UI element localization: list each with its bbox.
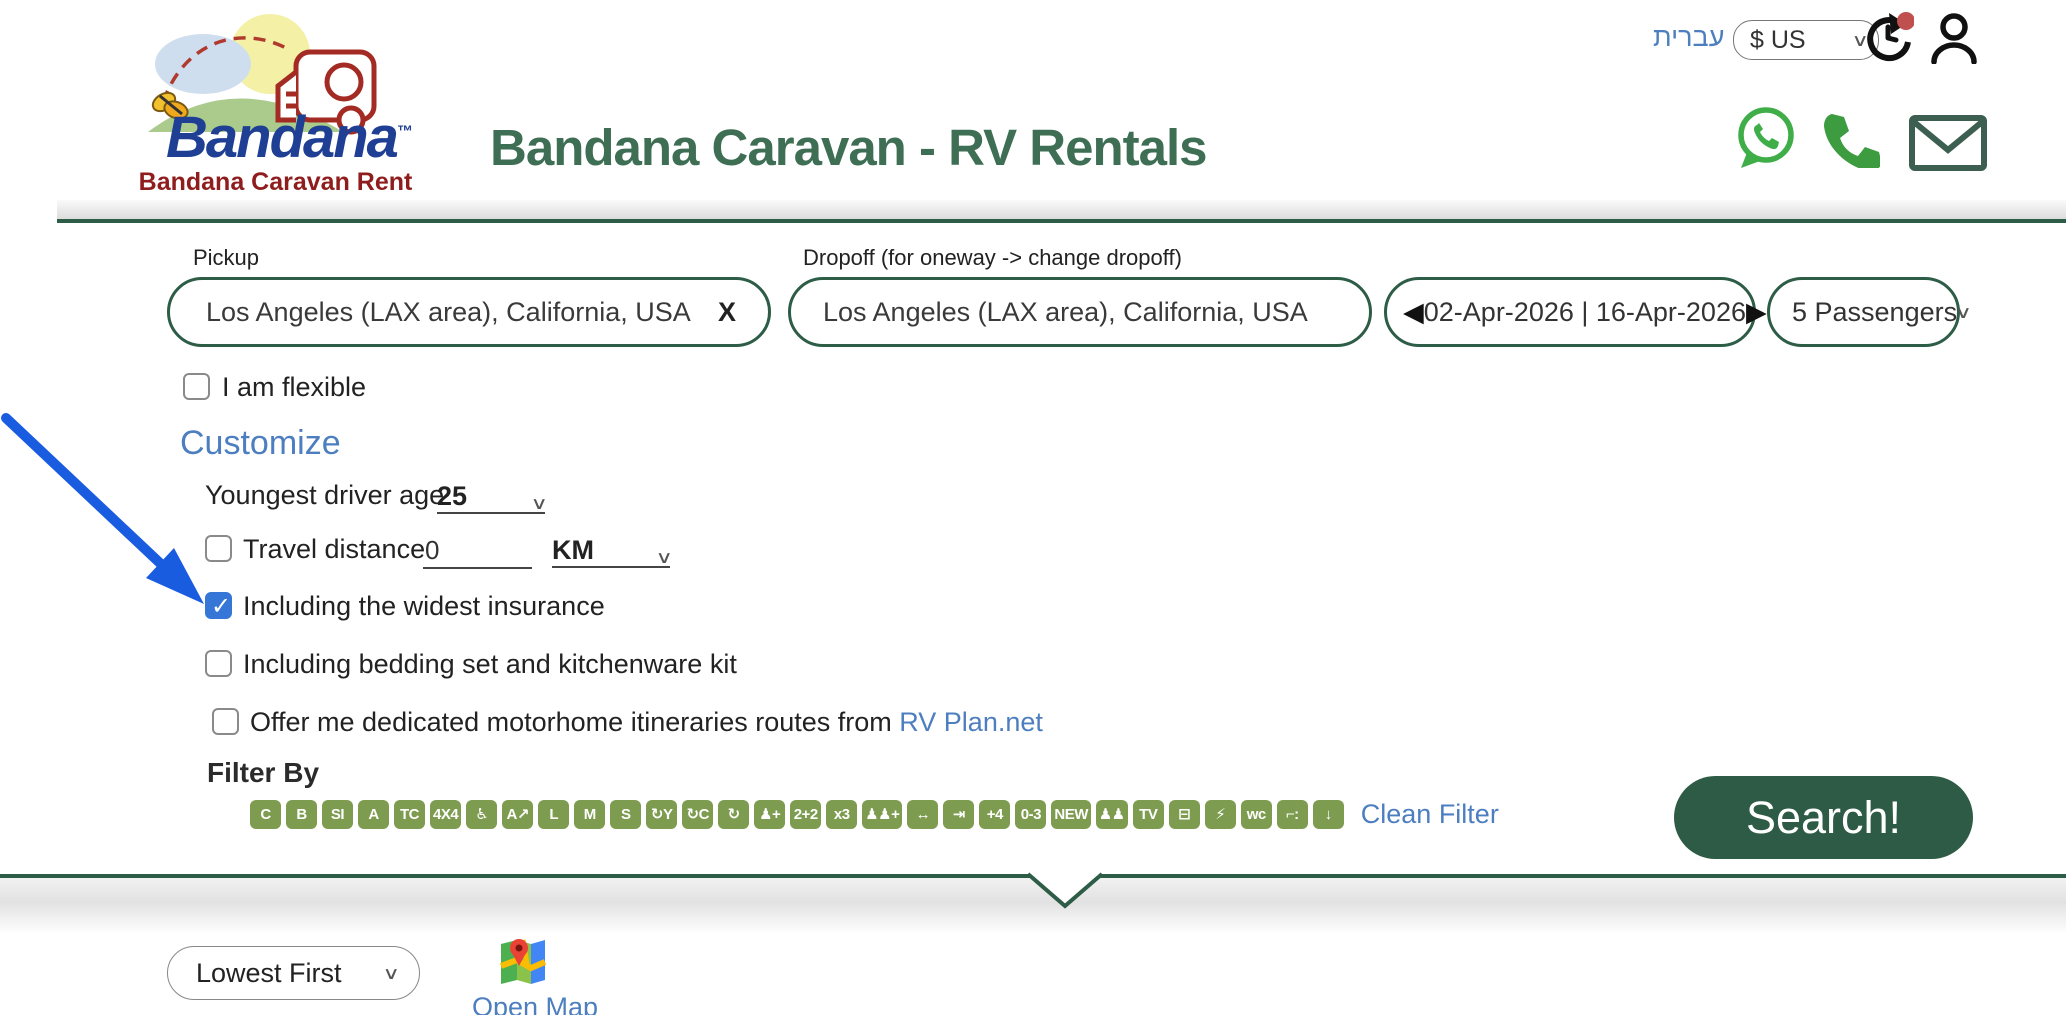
clear-pickup-button[interactable]: X <box>710 297 744 328</box>
sort-order-value: Lowest First <box>196 958 342 989</box>
chevron-down-icon: ∨ <box>530 495 547 512</box>
offroad-4x4-icon[interactable]: 4X4 <box>430 800 461 829</box>
pickup-input[interactable] <box>204 296 710 329</box>
whatsapp-icon[interactable] <box>1733 106 1797 172</box>
sort-order-select[interactable]: Lowest First ∨ <box>167 946 420 1000</box>
driver-age-label: Youngest driver age <box>205 480 444 511</box>
seats-2plus2-icon[interactable]: 2+2 <box>790 800 821 829</box>
distance-unit-select[interactable]: KM ∨ <box>552 532 670 568</box>
date-range-field[interactable]: ◀ 02-Apr-2026 | 16-Apr-2026 ▶ <box>1384 277 1756 347</box>
driver-age-select[interactable]: 25 ∨ <box>437 478 545 514</box>
pickup-field[interactable]: X <box>167 277 771 347</box>
license-c-icon[interactable]: ↻C <box>682 800 713 829</box>
itineraries-label: Offer me dedicated motorhome itineraries… <box>250 707 1043 738</box>
previous-dates-icon[interactable]: ◀ <box>1403 299 1424 326</box>
dropoff-field[interactable] <box>788 277 1372 347</box>
rv-size-m-icon[interactable]: M <box>574 800 605 829</box>
family-icon[interactable]: ♟♟ <box>1096 800 1128 829</box>
bedding-kit-checkbox[interactable] <box>205 650 232 677</box>
map-icon[interactable] <box>497 936 549 988</box>
header-divider-line <box>57 219 2066 223</box>
user-profile-icon[interactable] <box>1928 12 1980 64</box>
distance-unit-value: KM <box>552 535 594 566</box>
currency-value: $ US <box>1750 26 1806 55</box>
insurance-label: Including the widest insurance <box>243 591 605 622</box>
license-y-icon[interactable]: ↻Y <box>646 800 677 829</box>
chevron-down-icon: ∨ <box>655 549 672 566</box>
chevron-down-icon: ∨ <box>382 965 399 982</box>
history-icon[interactable] <box>1862 12 1914 64</box>
pickup-label: Pickup <box>193 245 259 271</box>
language-link-hebrew[interactable]: עברית <box>1653 22 1724 53</box>
bedding-kit-label: Including bedding set and kitchenware ki… <box>243 649 737 680</box>
shower-icon[interactable]: ⌐: <box>1277 800 1308 829</box>
search-button[interactable]: Search! <box>1674 776 1973 859</box>
new-vehicle-icon[interactable]: NEW <box>1051 800 1091 829</box>
class-si-icon[interactable]: SI <box>322 800 353 829</box>
currency-select[interactable]: $ US ∨ <box>1733 20 1879 60</box>
one-way-icon[interactable]: ⇥ <box>943 800 974 829</box>
travel-distance-checkbox[interactable] <box>205 535 232 562</box>
truck-camper-icon[interactable]: TC <box>394 800 425 829</box>
itineraries-checkbox[interactable] <box>212 708 239 735</box>
vehicle-length-icon[interactable]: ↔ <box>907 800 938 829</box>
travel-distance-label: Travel distance <box>243 534 425 565</box>
seats-plus4-icon[interactable]: +4 <box>979 800 1010 829</box>
flexible-label: I am flexible <box>222 372 366 403</box>
divider-notch-icon <box>1000 868 1130 916</box>
power-icon[interactable]: ⚡ <box>1205 800 1236 829</box>
customize-link[interactable]: Customize <box>180 424 341 463</box>
extra-driver-icon[interactable]: ♟+ <box>754 800 785 829</box>
rv-size-s-icon[interactable]: S <box>610 800 641 829</box>
date-range-value[interactable]: 02-Apr-2026 | 16-Apr-2026 <box>1424 297 1746 328</box>
dropoff-input[interactable] <box>821 296 1345 329</box>
class-a-icon[interactable]: A <box>358 800 389 829</box>
dropoff-label: Dropoff (for oneway -> change dropoff) <box>803 245 1182 271</box>
passengers-value: 5 Passengers <box>1792 297 1957 328</box>
wc-icon[interactable]: wc <box>1241 800 1272 829</box>
logo-brand-text[interactable]: Bandana™ <box>166 104 411 171</box>
email-icon[interactable] <box>1908 114 1988 172</box>
open-map-link[interactable]: Open Map <box>472 992 598 1015</box>
tv-icon[interactable]: TV <box>1133 800 1164 829</box>
trademark-symbol: ™ <box>397 124 411 141</box>
automatic-transmission-icon[interactable]: A↗ <box>502 800 533 829</box>
wheelchair-accessible-icon[interactable]: ♿ <box>466 800 497 829</box>
filter-by-label: Filter By <box>207 757 319 789</box>
passengers-select[interactable]: 5 Passengers ∨ <box>1767 277 1960 347</box>
filter-icons-row: CBSIATC4X4♿A↗LMS↻Y↻C↻♟+2+2x3♟♟+↔⇥+40-3NE… <box>250 798 1499 830</box>
page-title: Bandana Caravan - RV Rentals <box>490 118 1206 177</box>
clean-filter-link[interactable]: Clean Filter <box>1361 799 1499 830</box>
child-age-0-3-icon[interactable]: 0-3 <box>1015 800 1046 829</box>
logo-subtitle: Bandana Caravan Rent <box>138 168 413 197</box>
travel-distance-input[interactable] <box>423 534 532 569</box>
bed-icon[interactable]: ⊟ <box>1169 800 1200 829</box>
insurance-checkbox[interactable] <box>205 592 232 619</box>
header-divider-band <box>57 200 2066 219</box>
chevron-down-icon: ∨ <box>1955 304 1972 321</box>
rv-down-icon[interactable]: ↓ <box>1313 800 1344 829</box>
rv-size-l-icon[interactable]: L <box>538 800 569 829</box>
passengers-plus-icon[interactable]: ♟♟+ <box>862 800 902 829</box>
class-c-icon[interactable]: C <box>250 800 281 829</box>
class-b-icon[interactable]: B <box>286 800 317 829</box>
steering-wheel-icon[interactable]: ↻ <box>718 800 749 829</box>
page: Bandana™ Bandana Caravan Rent Bandana Ca… <box>0 0 2066 1015</box>
flexible-checkbox[interactable] <box>183 373 210 400</box>
driver-age-value: 25 <box>437 481 467 512</box>
next-dates-icon[interactable]: ▶ <box>1746 299 1767 326</box>
phone-icon[interactable] <box>1822 112 1880 168</box>
sleeps-x3-icon[interactable]: x3 <box>826 800 857 829</box>
rv-plan-link[interactable]: RV Plan.net <box>899 707 1043 737</box>
